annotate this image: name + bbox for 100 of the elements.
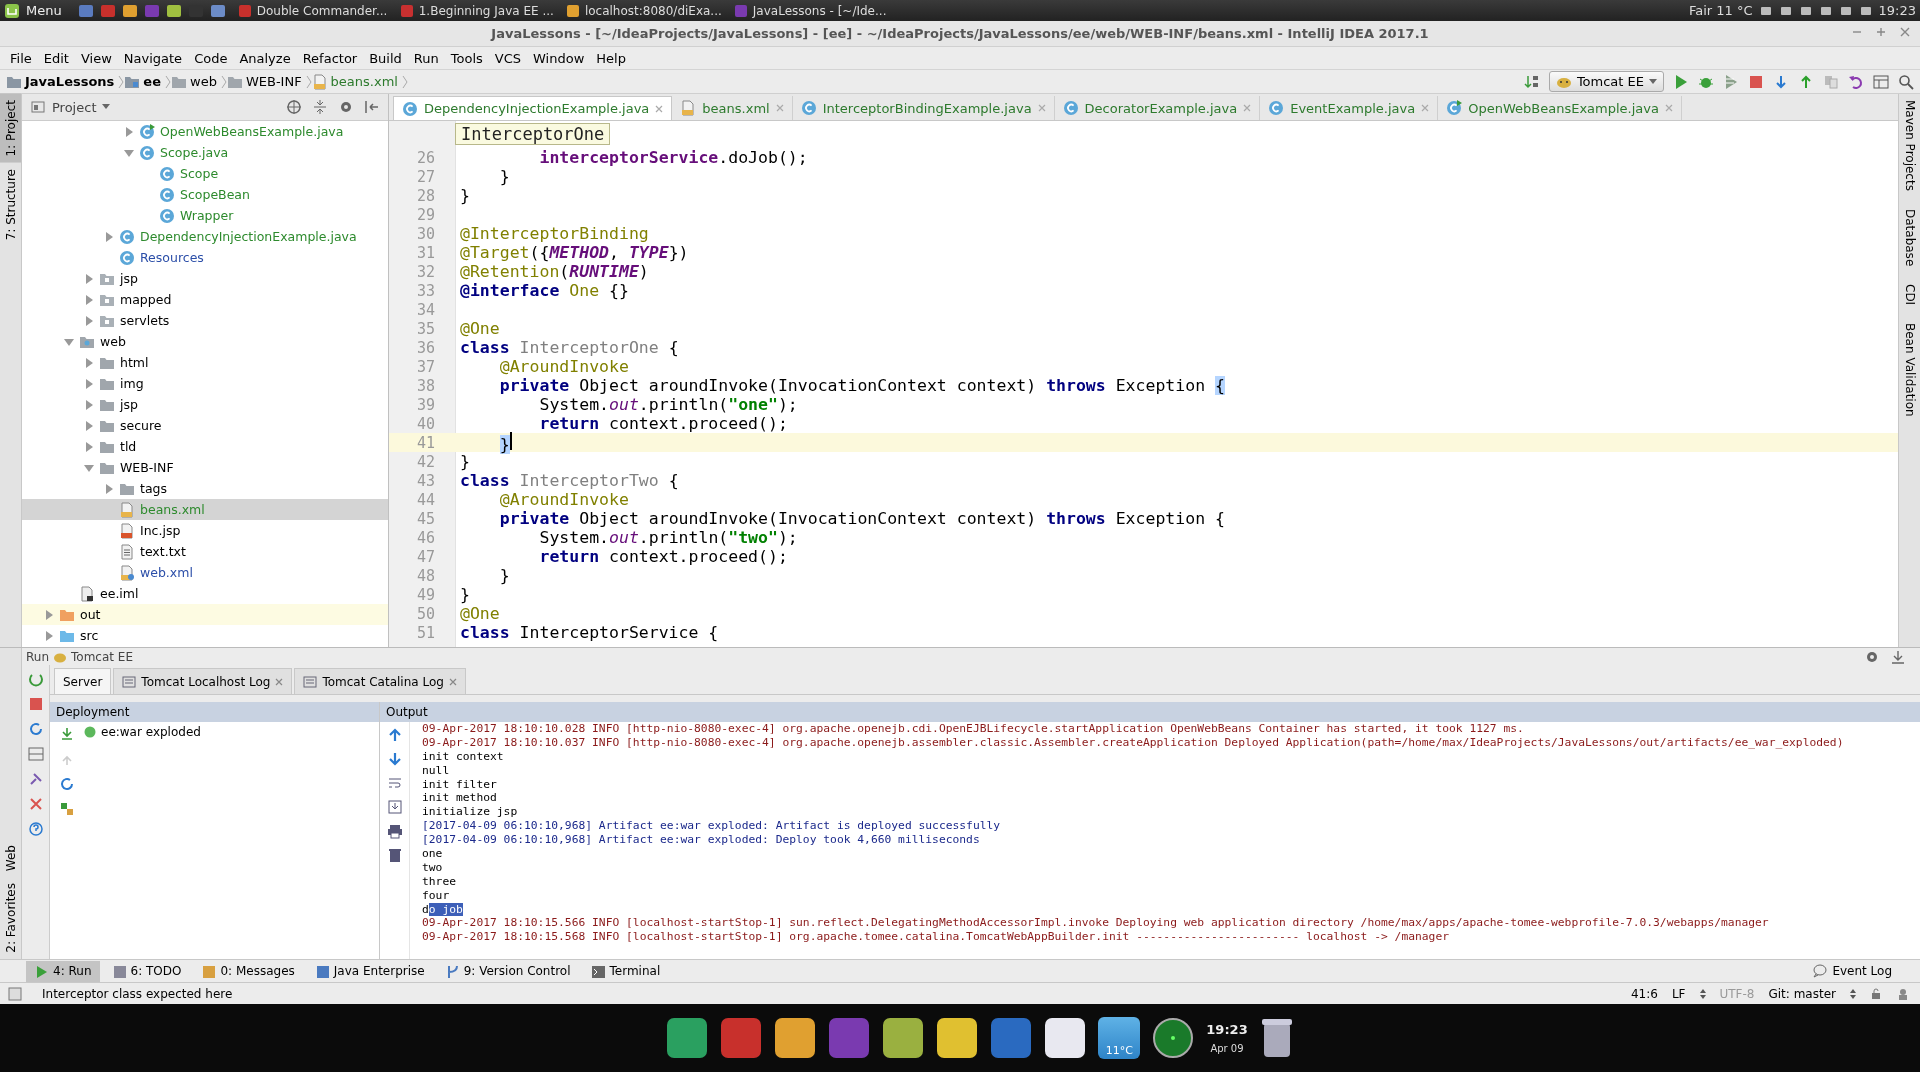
tree-item[interactable]: jsp	[22, 268, 388, 289]
target-icon[interactable]	[286, 99, 302, 115]
tree-item[interactable]: ee.iml	[22, 583, 388, 604]
editor-tab[interactable]: DecoratorExample.java	[1054, 96, 1261, 120]
tree-item[interactable]: text.txt	[22, 541, 388, 562]
expand-arrow-icon[interactable]	[84, 273, 94, 284]
taskbar-window-button[interactable]: JavaLessons - [~/Ide...	[733, 1, 887, 20]
settings-icon[interactable]	[338, 99, 354, 115]
mint-logo-icon[interactable]	[4, 2, 20, 19]
expand-arrow-icon[interactable]	[84, 294, 94, 305]
tool-window-tab[interactable]: Maven Projects	[1899, 94, 1920, 197]
panel-toggle-icon[interactable]	[8, 986, 22, 1001]
hide-panel-icon[interactable]	[1890, 648, 1906, 665]
tree-item[interactable]: ScopeBean	[22, 184, 388, 205]
stop-icon[interactable]	[1748, 73, 1764, 90]
editor-tab[interactable]: beans.xml	[672, 96, 793, 120]
updown-icon[interactable]	[1699, 987, 1706, 1000]
tool-window-button[interactable]: 9: Version Control	[436, 960, 579, 982]
run-icon[interactable]	[1673, 73, 1689, 90]
layout-icon[interactable]	[27, 746, 44, 762]
editor-tab[interactable]: OpenWebBeansExample.java	[1438, 96, 1682, 120]
artifact-icon[interactable]	[59, 801, 75, 817]
tool-window-tab[interactable]: 7: Structure	[0, 162, 21, 246]
expand-arrow-icon[interactable]	[84, 420, 94, 431]
menu-item[interactable]: Navigate	[117, 50, 189, 66]
deploy-icon[interactable]	[59, 726, 75, 742]
close-icon[interactable]	[1900, 27, 1910, 37]
close-icon[interactable]	[1037, 104, 1046, 112]
menu-item[interactable]: Edit	[37, 50, 75, 66]
tree-item[interactable]: jsp	[22, 394, 388, 415]
revert-icon[interactable]	[1848, 73, 1864, 90]
panel-title[interactable]: Project	[52, 99, 97, 115]
menu-item[interactable]: Code	[188, 50, 234, 66]
taskbar-window-button[interactable]: 1.Beginning Java EE ...	[399, 1, 554, 20]
updown-icon[interactable]	[1850, 987, 1856, 1000]
close-icon[interactable]	[655, 104, 664, 113]
soft-wrap-icon[interactable]	[386, 775, 403, 791]
refresh-icon[interactable]	[59, 776, 75, 792]
tree-item[interactable]: tags	[22, 478, 388, 499]
menu-button[interactable]: Menu	[26, 3, 62, 18]
trash-icon[interactable]	[1259, 1017, 1294, 1059]
tree-item[interactable]: out	[22, 604, 388, 625]
menu-item[interactable]: Tools	[444, 50, 489, 66]
close-icon[interactable]	[448, 677, 457, 686]
collapse-all-icon[interactable]	[312, 99, 328, 115]
compare-icon[interactable]	[1823, 73, 1839, 90]
menu-item[interactable]: View	[74, 50, 118, 66]
expand-arrow-icon[interactable]	[84, 315, 94, 326]
expand-arrow-icon[interactable]	[104, 231, 114, 242]
breadcrumb-item[interactable]: beans.xml	[311, 73, 402, 90]
tree-item[interactable]: Scope.java	[22, 142, 388, 163]
tree-item[interactable]: Wrapper	[22, 205, 388, 226]
tool-window-button[interactable]: Event Log	[1805, 960, 1900, 982]
close-icon[interactable]	[275, 677, 284, 686]
tree-item[interactable]: WEB-INF	[22, 457, 388, 478]
tool-window-tab[interactable]: Bean Validation	[1899, 317, 1920, 423]
tree-item[interactable]: OpenWebBeansExample.java	[22, 121, 388, 142]
vcs-update-icon[interactable]	[1773, 73, 1789, 90]
tool-window-tab[interactable]: 2: Favorites	[0, 877, 21, 959]
run-tab[interactable]: Server	[54, 668, 112, 694]
expand-arrow-icon[interactable]	[104, 483, 114, 494]
print-icon[interactable]	[386, 823, 403, 839]
tool-window-tab[interactable]: Web	[0, 839, 21, 878]
sort-icon[interactable]	[1523, 73, 1540, 90]
deployment-item[interactable]: ee:war exploded	[84, 722, 201, 739]
line-separator-selector[interactable]: LF	[1671, 986, 1686, 1001]
tree-item[interactable]: html	[22, 352, 388, 373]
radar-icon[interactable]	[1152, 1017, 1195, 1059]
collapse-arrow-icon[interactable]	[64, 336, 74, 347]
tool-window-button[interactable]: 6: TODO	[103, 960, 190, 982]
tool-window-button[interactable]: 0: Messages	[193, 960, 303, 982]
breadcrumb-item[interactable]: JavaLessons	[6, 73, 119, 90]
weather-widget[interactable]: 11°C	[1098, 1017, 1141, 1059]
breadcrumb-item[interactable]: ee	[124, 73, 165, 90]
menu-item[interactable]: Help	[590, 50, 632, 66]
menu-item[interactable]: Run	[407, 50, 445, 66]
collapse-arrow-icon[interactable]	[124, 147, 134, 158]
tool-window-tab[interactable]: 1: Project	[0, 94, 21, 163]
tree-item[interactable]: DependencyInjectionExample.java	[22, 226, 388, 247]
tool-window-button[interactable]: 4: Run	[26, 960, 100, 982]
breadcrumb-item[interactable]: web	[171, 73, 221, 90]
maximize-icon[interactable]	[1876, 27, 1886, 37]
lock-icon[interactable]	[1870, 987, 1882, 1000]
tree-item[interactable]: Scope	[22, 163, 388, 184]
editor-tab[interactable]: EventExample.java	[1260, 96, 1439, 120]
menu-item[interactable]: File	[4, 50, 38, 66]
tool-window-tab[interactable]: CDI	[1899, 278, 1920, 312]
taskbar-window-button[interactable]: localhost:8080/diExa...	[565, 1, 722, 20]
menu-item[interactable]: Window	[527, 50, 591, 66]
editor-tab[interactable]: DependencyInjectionExample.java	[393, 96, 673, 120]
menu-item[interactable]: VCS	[488, 50, 528, 66]
hide-panel-icon[interactable]	[364, 99, 380, 115]
rerun-icon[interactable]	[27, 671, 44, 687]
run-configuration-dropdown[interactable]: Tomcat EE	[1548, 71, 1664, 92]
expand-arrow-icon[interactable]	[84, 441, 94, 452]
close-icon[interactable]	[27, 796, 44, 812]
close-icon[interactable]	[775, 104, 784, 112]
tree-item[interactable]: web.xml	[22, 562, 388, 583]
tree-item[interactable]: tld	[22, 436, 388, 457]
project-structure-icon[interactable]	[1873, 73, 1889, 90]
